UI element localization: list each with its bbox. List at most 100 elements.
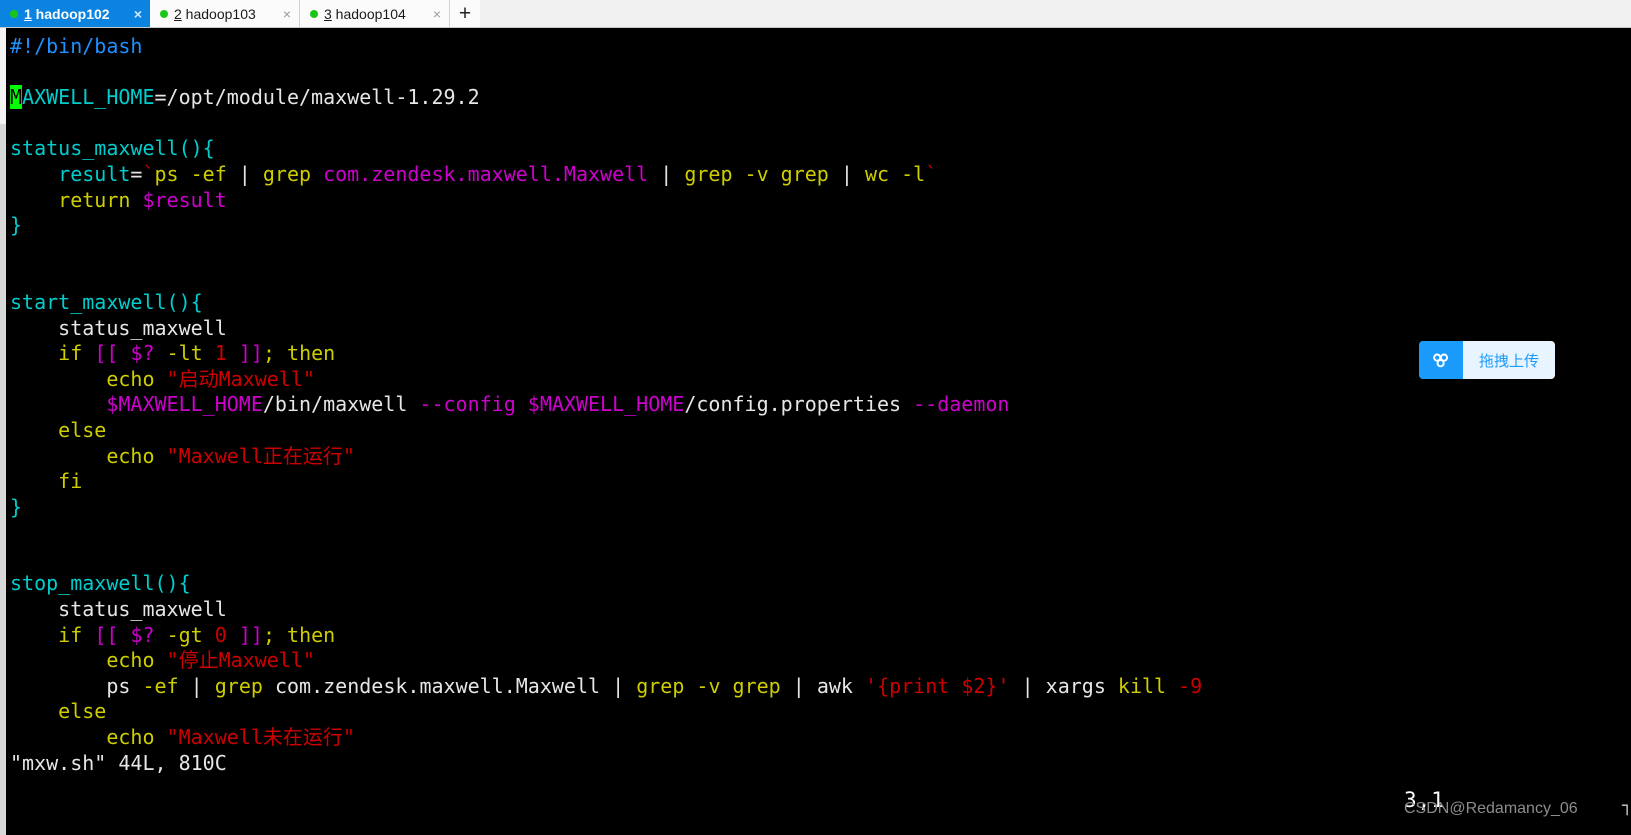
code-token: -gt <box>166 622 203 647</box>
code-line: $MAXWELL_HOME/bin/maxwell --config $MAXW… <box>10 392 1631 418</box>
code-token: grep -v grep <box>636 673 781 698</box>
code-line: } <box>10 495 1631 521</box>
code-token: status_maxwell <box>10 315 227 340</box>
drag-upload-label[interactable]: 拖拽上传 <box>1463 341 1556 379</box>
code-token: echo <box>106 648 155 673</box>
code-token: | <box>828 161 865 186</box>
code-line: echo "Maxwell正在运行" <box>10 444 1631 470</box>
code-line: return $result <box>10 188 1631 214</box>
code-token: if <box>58 622 83 647</box>
tab-label: 1 hadoop102 <box>24 5 110 22</box>
code-token: $MAXWELL_HOME <box>106 392 263 417</box>
code-token: echo <box>106 443 155 468</box>
cloud-upload-icon <box>1419 341 1463 379</box>
code-token: ; <box>262 341 275 366</box>
code-line: status_maxwell <box>10 316 1631 342</box>
terminal-viewport[interactable]: #!/bin/bash MAXWELL_HOME=/opt/module/max… <box>0 28 1631 835</box>
code-token: | <box>648 161 685 186</box>
code-token: -ef <box>142 673 179 698</box>
tab-close-icon[interactable]: × <box>120 7 142 21</box>
code-token: else <box>58 699 107 724</box>
code-line: status_maxwell <box>10 597 1631 623</box>
code-token: "停止Maxwell" <box>166 648 315 673</box>
code-token: ` <box>925 161 938 186</box>
code-token: -9 <box>1178 673 1203 698</box>
code-line: } <box>10 213 1631 239</box>
tab-close-icon[interactable]: × <box>419 7 441 21</box>
code-token: echo <box>106 725 155 750</box>
terminal-tab-1[interactable]: 1 hadoop102 × <box>0 0 150 27</box>
code-token: { <box>190 289 203 314</box>
tab-status-dot <box>160 9 168 18</box>
code-line: #!/bin/bash <box>10 34 1631 60</box>
code-token: =/opt/module/maxwell-1.29.2 <box>154 85 480 110</box>
code-token: then <box>287 622 336 647</box>
code-token: { <box>202 136 215 161</box>
code-line: status_maxwell(){ <box>10 136 1631 162</box>
code-token: status_maxwell <box>10 597 227 622</box>
code-token: -lt <box>166 341 203 366</box>
code-token: ]] <box>238 341 263 366</box>
code-token: $? <box>130 341 155 366</box>
code-line: echo "Maxwell未在运行" <box>10 725 1631 751</box>
code-token: --config <box>419 392 516 417</box>
code-token: | <box>1021 673 1034 698</box>
code-token: 0 <box>214 622 227 647</box>
new-tab-button[interactable]: + <box>450 0 480 27</box>
code-token: ; <box>262 622 275 647</box>
code-token: grep <box>214 673 263 698</box>
code-token: AXWELL_HOME <box>22 85 155 110</box>
code-token: "启动Maxwell" <box>166 366 315 391</box>
code-token: --daemon <box>913 392 1010 417</box>
code-line: result=`ps -ef | grep com.zendesk.maxwel… <box>10 162 1631 188</box>
tab-close-icon[interactable]: × <box>269 7 291 21</box>
code-token: "Maxwell正在运行" <box>166 443 355 468</box>
drag-upload-widget[interactable]: 拖拽上传 <box>1419 341 1556 379</box>
tab-status-dot <box>10 9 18 18</box>
code-token: [[ <box>94 622 119 647</box>
terminal-tab-2[interactable]: 2 hadoop103 × <box>150 0 300 27</box>
terminal-tab-bar: 1 hadoop102 × 2 hadoop103 × 3 hadoop104 × + <box>0 0 1631 28</box>
tab-index: 1 <box>24 5 32 22</box>
code-token: ps <box>106 673 131 698</box>
code-token: = <box>130 161 143 186</box>
code-token: 1 <box>214 341 227 366</box>
tab-index: 3 <box>324 5 332 22</box>
code-token: if <box>58 341 83 366</box>
code-token: com.zendesk.maxwell.Maxwell <box>311 161 649 186</box>
vim-text-area[interactable]: #!/bin/bash MAXWELL_HOME=/opt/module/max… <box>0 28 1631 835</box>
code-token: $result <box>142 187 227 212</box>
terminal-tab-3[interactable]: 3 hadoop104 × <box>300 0 450 27</box>
code-token: then <box>287 341 336 366</box>
code-line: echo "启动Maxwell" <box>10 367 1631 393</box>
